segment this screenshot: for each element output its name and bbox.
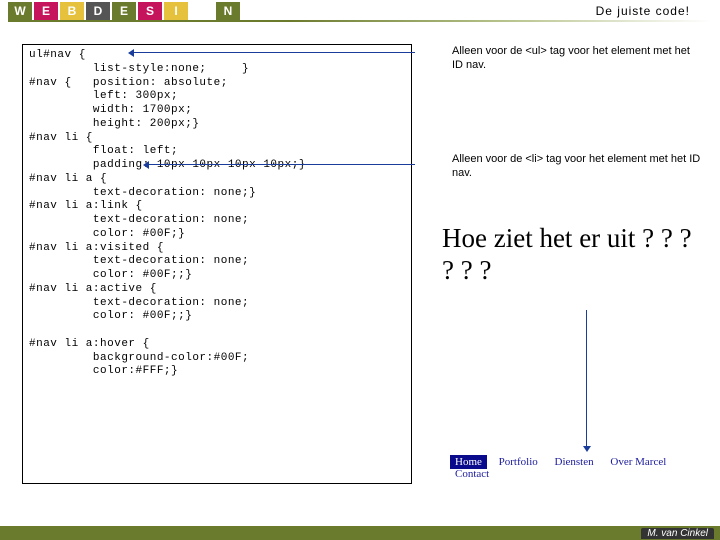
annotation-note: Alleen voor de <ul> tag voor het element…: [452, 44, 702, 73]
logo-letter: B: [60, 2, 84, 20]
nav-item-diensten[interactable]: Diensten: [550, 455, 599, 469]
logo-letter: D: [86, 2, 110, 20]
logo-letter: S: [138, 2, 162, 20]
nav-preview: Home Portfolio Diensten Over Marcel Cont…: [450, 456, 720, 480]
code-block: ul#nav { list-style:none; } #nav { posit…: [22, 44, 412, 484]
footer-credit: M. van Cinkel: [641, 528, 714, 539]
nav-item-over[interactable]: Over Marcel: [605, 455, 671, 469]
annotation-arrow: [130, 52, 415, 53]
footer: M. van Cinkel: [0, 526, 720, 540]
logo-letter: E: [112, 2, 136, 20]
annotation-arrow: [145, 164, 415, 165]
logo-letter: W: [8, 2, 32, 20]
logo-letter: I: [164, 2, 188, 20]
logo-letter: N: [216, 2, 240, 20]
nav-item-portfolio[interactable]: Portfolio: [494, 455, 543, 469]
header: W E B D E S I G N De juiste code!: [0, 2, 720, 26]
annotation-arrow: [586, 310, 587, 450]
logo: W E B D E S I G N: [8, 2, 242, 20]
callout-heading: Hoe ziet het er uit ? ? ? ? ? ?: [442, 222, 702, 287]
nav-item-contact[interactable]: Contact: [450, 467, 494, 481]
page-title: De juiste code!: [596, 4, 690, 18]
header-rule: [8, 20, 712, 22]
logo-letter: G: [190, 2, 214, 20]
logo-letter: E: [34, 2, 58, 20]
annotation-note: Alleen voor de <li> tag voor het element…: [452, 152, 702, 181]
